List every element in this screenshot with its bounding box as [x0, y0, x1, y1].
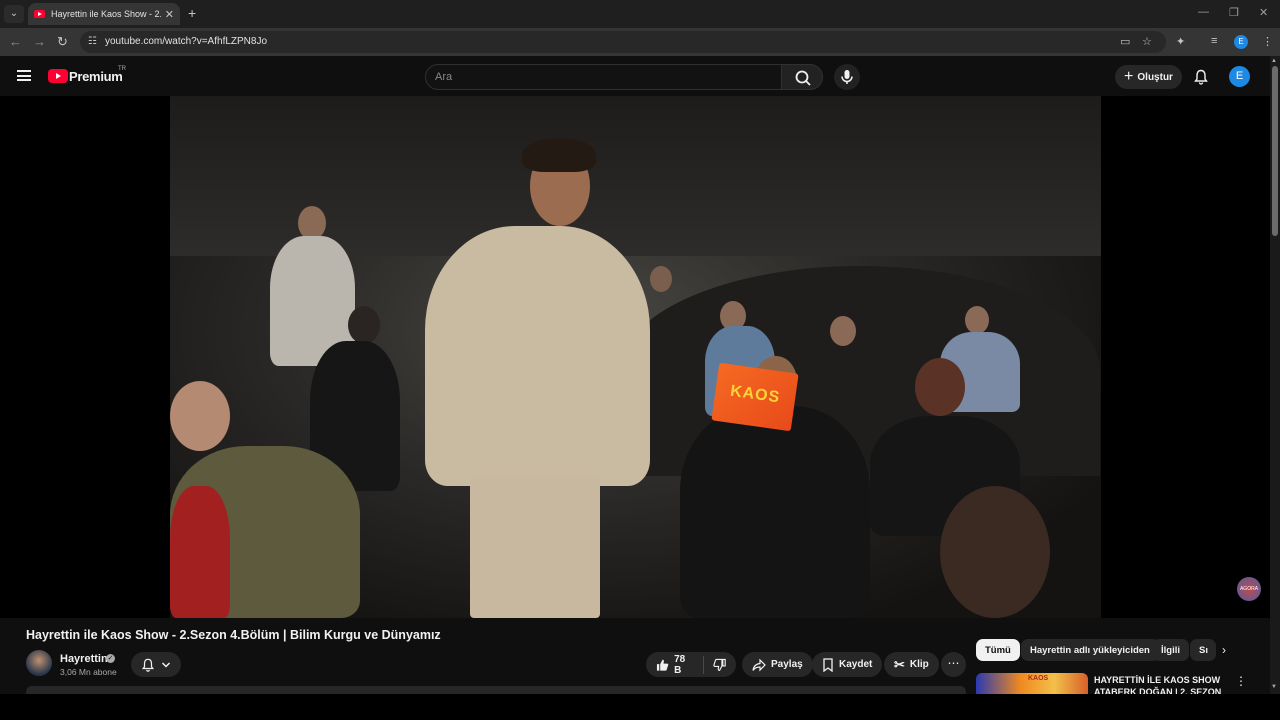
more-actions-button[interactable]: ⋯: [941, 652, 966, 677]
thumbs-up-icon[interactable]: [656, 658, 669, 672]
back-arrow-icon[interactable]: ←: [9, 34, 22, 49]
channel-watermark[interactable]: AGORA: [1237, 577, 1261, 601]
recommendation-thumbnail[interactable]: KAOS: [976, 673, 1088, 694]
bottom-bar: [0, 694, 1280, 720]
scrollbar-thumb[interactable]: [1272, 66, 1278, 236]
host-trousers: [470, 476, 600, 618]
create-label: Oluştur: [1137, 71, 1173, 83]
audience-head: [170, 381, 230, 451]
voice-search-button[interactable]: [834, 64, 860, 90]
verified-check-icon: ✓: [106, 654, 115, 663]
page-scrollbar[interactable]: ▲ ▼: [1270, 56, 1280, 696]
scroll-up-icon[interactable]: ▲: [1271, 58, 1277, 64]
scroll-down-icon[interactable]: ▼: [1271, 684, 1277, 690]
forward-arrow-icon[interactable]: →: [33, 34, 46, 49]
channel-avatar[interactable]: [26, 650, 52, 676]
youtube-favicon-icon: [34, 10, 45, 18]
youtube-logo-icon[interactable]: [48, 69, 68, 83]
logo-text[interactable]: Premium: [69, 69, 123, 84]
chevron-down-icon: [161, 661, 171, 668]
host-hair: [522, 138, 596, 172]
logo-region: TR: [118, 66, 126, 72]
chevron-right-icon[interactable]: ›: [1222, 643, 1226, 657]
address-bar[interactable]: ☷ youtube.com/watch?v=AfhfLZPN8Jo ▭ ☆: [80, 31, 1166, 53]
like-dislike-group: 78 B: [646, 652, 736, 677]
audience-head: [830, 316, 856, 346]
more-vert-icon[interactable]: ⋮: [1235, 674, 1247, 688]
restore-icon[interactable]: ❐: [1229, 6, 1239, 19]
extensions-icon[interactable]: ✦: [1176, 35, 1185, 48]
share-icon: [752, 658, 766, 671]
recommendation-title-line1: HAYRETTİN İLE KAOS SHOW: [1094, 675, 1221, 685]
browser-profile-avatar[interactable]: E: [1234, 35, 1248, 49]
video-player[interactable]: KAOS AGORA: [0, 96, 1270, 618]
browser-menu-icon[interactable]: ⋮: [1262, 35, 1273, 48]
share-button[interactable]: Paylaş: [742, 652, 813, 677]
chip-all[interactable]: Tümü: [976, 639, 1020, 661]
save-button[interactable]: Kaydet: [812, 652, 883, 677]
save-label: Kaydet: [839, 659, 873, 670]
new-tab-button[interactable]: +: [188, 5, 196, 21]
reload-icon[interactable]: ↻: [57, 34, 68, 50]
subscription-bell-button[interactable]: [131, 652, 181, 677]
youtube-header: Premium TR Ara + Oluştur E: [0, 56, 1280, 96]
audience-head: [915, 358, 965, 416]
minimize-icon[interactable]: —: [1198, 6, 1209, 18]
subscriber-count: 3,06 Mn abone: [60, 667, 117, 677]
host-jacket: [425, 226, 650, 486]
tab-close-icon[interactable]: ✕: [165, 8, 174, 21]
chip-from-uploader[interactable]: Hayrettin adlı yükleyiciden: [1021, 639, 1159, 661]
like-count[interactable]: 78 B: [674, 654, 694, 676]
bookmark-star-icon[interactable]: ☆: [1142, 35, 1152, 48]
user-avatar[interactable]: E: [1229, 66, 1250, 87]
description-box[interactable]: [26, 686, 966, 694]
thumbs-down-icon[interactable]: [713, 658, 726, 672]
bell-icon: [141, 658, 155, 672]
browser-tab-strip: ⌄ Hayrettin ile Kaos Show - 2.Sezon 4.Bö…: [0, 0, 1280, 28]
browser-tab[interactable]: Hayrettin ile Kaos Show - 2.Sezon 4.Bölü…: [28, 3, 180, 25]
search-icon: [795, 70, 811, 86]
search-placeholder: Ara: [435, 71, 453, 83]
video-title: Hayrettin ile Kaos Show - 2.Sezon 4.Bölü…: [26, 628, 441, 642]
cast-icon[interactable]: ▭: [1120, 35, 1130, 48]
clip-button[interactable]: ✂ Klip: [884, 652, 939, 677]
audience-head: [650, 266, 672, 292]
video-frame[interactable]: KAOS: [170, 96, 1101, 618]
create-button[interactable]: + Oluştur: [1115, 65, 1182, 89]
chip-related[interactable]: İlgili: [1152, 639, 1189, 661]
tab-title: Hayrettin ile Kaos Show - 2.Sezon 4.Bölü…: [51, 9, 161, 19]
browser-toolbar: ← → ↻ ☷ youtube.com/watch?v=AfhfLZPN8Jo …: [0, 28, 1280, 56]
media-controls-icon[interactable]: ≡: [1211, 35, 1217, 47]
audience-head: [298, 206, 326, 240]
audience-tie: [170, 486, 230, 618]
url-text[interactable]: youtube.com/watch?v=AfhfLZPN8Jo: [105, 36, 267, 47]
audience-body: [680, 406, 870, 618]
bookmark-icon: [823, 657, 833, 672]
thumbnail-text: KAOS: [1028, 675, 1049, 682]
mic-icon: [841, 70, 853, 84]
notifications-bell-icon[interactable]: [1193, 69, 1209, 85]
scissors-icon: ✂: [894, 656, 905, 672]
share-label: Paylaş: [771, 659, 803, 670]
audience-head: [940, 486, 1050, 618]
search-input[interactable]: Ara: [425, 64, 782, 90]
clip-label: Klip: [909, 659, 929, 670]
audience-head: [965, 306, 989, 334]
close-window-icon[interactable]: ✕: [1259, 6, 1268, 19]
audience-head: [348, 306, 380, 344]
tab-search-button[interactable]: ⌄: [4, 5, 24, 23]
chip-partial[interactable]: Sı: [1190, 639, 1216, 661]
site-info-icon[interactable]: ☷: [88, 36, 97, 47]
like-divider: [702, 655, 704, 674]
channel-name[interactable]: Hayrettin: [60, 653, 108, 665]
search-button[interactable]: [781, 64, 823, 90]
menu-hamburger-icon[interactable]: [17, 70, 31, 81]
plus-icon: +: [1124, 68, 1134, 85]
